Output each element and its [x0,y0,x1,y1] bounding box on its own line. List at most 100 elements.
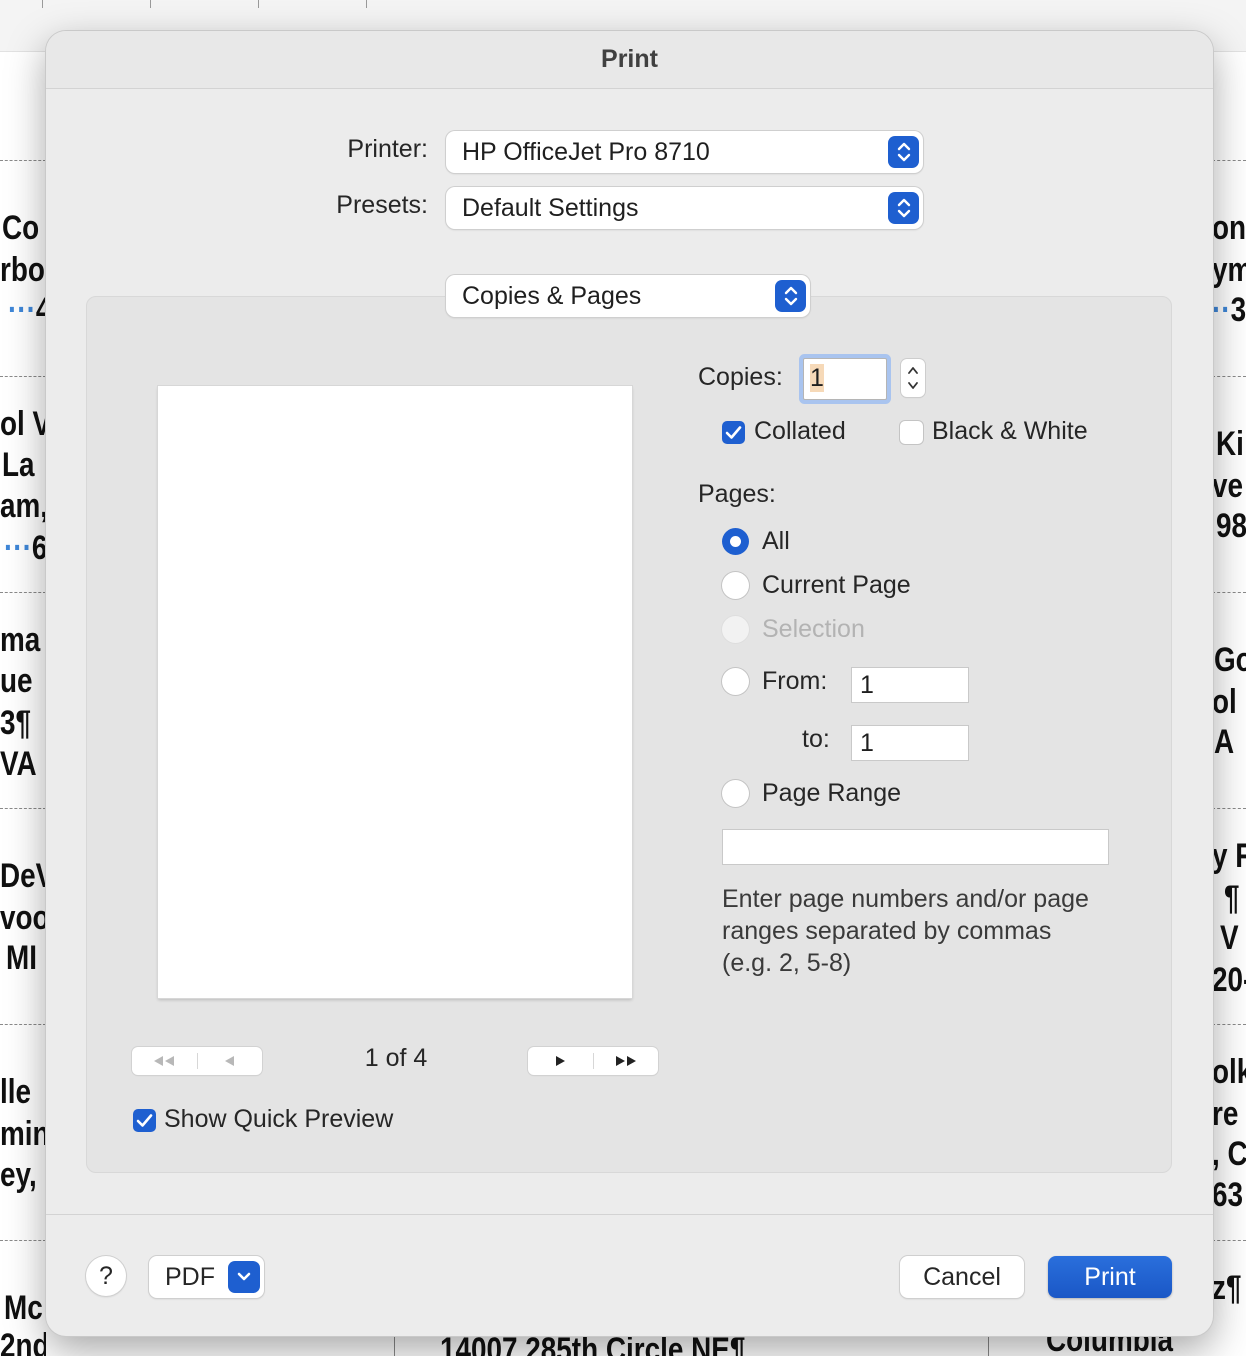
doc-text: ol V [0,405,46,443]
preview-page-count: 1 of 4 [364,1044,428,1072]
document-left-column: Co rbo ···46 ol V La am, ···60 ma ue 3¶ … [0,0,46,1356]
first-page-button[interactable] [132,1047,197,1075]
next-page-button[interactable] [528,1047,593,1075]
doc-text: ···60 [4,528,46,568]
doc-text: lle [0,1073,32,1111]
doc-text: z¶ [1212,1269,1242,1307]
doc-text: 20- [1212,961,1246,999]
doc-text: Columbia [1046,1334,1174,1356]
dialog-footer: ? PDF Cancel Print [46,1214,1213,1336]
pages-current-radio[interactable] [722,572,749,599]
doc-text: 3¶ [0,704,32,742]
cancel-button[interactable]: Cancel [900,1256,1024,1298]
collated-checkbox[interactable] [722,421,745,444]
last-page-icon [615,1056,636,1066]
pages-selection-radio [722,616,749,643]
pages-from-radio[interactable] [722,668,749,695]
preview-forward-controls [528,1047,658,1075]
chevron-down-icon [228,1261,260,1293]
black-white-checkbox[interactable] [900,421,923,444]
doc-text: y F [1212,837,1246,875]
print-preview-page [158,386,632,998]
pages-selection-label: Selection [762,615,865,643]
doc-text-part: 60 [31,529,46,567]
printer-value: HP OfficeJet Pro 8710 [462,137,710,166]
copies-input[interactable]: 1 [803,358,887,400]
doc-text-part: 3 [1230,291,1246,329]
doc-text: ym [1212,251,1246,289]
doc-text: ma [0,621,41,659]
first-page-icon [154,1056,175,1066]
doc-text: A [1214,723,1235,761]
pdf-label: PDF [165,1262,215,1291]
page-range-radio[interactable] [722,780,749,807]
doc-text: on¶ [1212,209,1246,247]
section-value: Copies & Pages [462,281,642,310]
pdf-menu-button[interactable]: PDF [149,1256,264,1298]
show-quick-preview-label: Show Quick Preview [164,1105,394,1133]
doc-text: Ki [1216,425,1244,463]
page-range-hint: Enter page numbers and/or page ranges se… [722,885,1089,977]
printer-popup[interactable]: HP OfficeJet Pro 8710 [446,131,923,173]
dialog-title: Print [601,45,658,73]
doc-text: olk [1212,1053,1246,1091]
help-icon: ? [99,1261,113,1290]
print-dialog: Print Printer: HP OfficeJet Pro 8710 Pre… [46,31,1213,1336]
last-page-button[interactable] [594,1047,659,1075]
doc-text: rbo [0,251,45,289]
doc-text: Co [2,209,40,247]
pages-all-radio[interactable] [722,528,749,555]
doc-text: re [1212,1095,1239,1133]
pages-current-label: Current Page [762,571,911,599]
presets-value: Default Settings [462,193,639,222]
doc-text: V [1220,919,1239,957]
printer-label: Printer: [347,135,428,163]
copies-label: Copies: [698,363,783,391]
presets-popup[interactable]: Default Settings [446,187,923,229]
collated-label: Collated [754,417,846,445]
doc-text: am, [0,487,46,525]
copies-stepper[interactable] [901,359,925,397]
doc-text: 98 [1216,507,1246,545]
pages-label: Pages: [698,480,776,508]
section-popup[interactable]: Copies & Pages [446,275,810,317]
dialog-titlebar: Print [46,31,1213,89]
doc-text: ve [1212,467,1244,505]
doc-text: MI [6,939,37,977]
document-bottom-strip: 14007 285th Circle NE¶ Columbia [46,1334,1212,1356]
doc-text: ol [1212,683,1237,721]
doc-text: VA [0,745,37,783]
doc-text: ···46 [8,290,46,330]
checkmark-icon [136,1114,153,1127]
to-label: to: [802,725,830,753]
up-down-chevron-icon [775,280,806,312]
doc-text: Go [1214,641,1246,679]
black-white-label: Black & White [932,417,1088,445]
show-quick-preview-checkbox[interactable] [133,1109,156,1132]
doc-text: Mc [4,1289,43,1327]
previous-page-icon [224,1056,234,1066]
previous-page-button[interactable] [198,1047,263,1075]
checkmark-icon [725,426,742,439]
preview-back-controls [132,1047,262,1075]
doc-text: 2nd Way¶ [0,1327,46,1356]
doc-text: ey, [0,1156,37,1194]
doc-text-part: 46 [36,291,46,329]
pages-all-label: All [762,527,790,555]
doc-text: 14007 285th Circle NE¶ [440,1334,746,1356]
to-page-input[interactable]: 1 [851,725,969,761]
doc-text: voo [0,899,46,937]
help-button[interactable]: ? [86,1256,126,1296]
page-range-label: Page Range [762,779,902,807]
print-button[interactable]: Print [1048,1256,1172,1298]
from-page-input[interactable]: 1 [851,667,969,703]
doc-text: La [2,446,35,484]
up-down-chevron-icon [888,136,919,168]
pages-from-label: From: [762,667,828,695]
presets-label: Presets: [336,191,428,219]
doc-text: 63 [1212,1176,1244,1214]
doc-text: ··3 [1212,291,1246,329]
page-range-input[interactable] [722,829,1109,865]
doc-text: ue [0,662,33,700]
copies-value: 1 [810,364,824,392]
